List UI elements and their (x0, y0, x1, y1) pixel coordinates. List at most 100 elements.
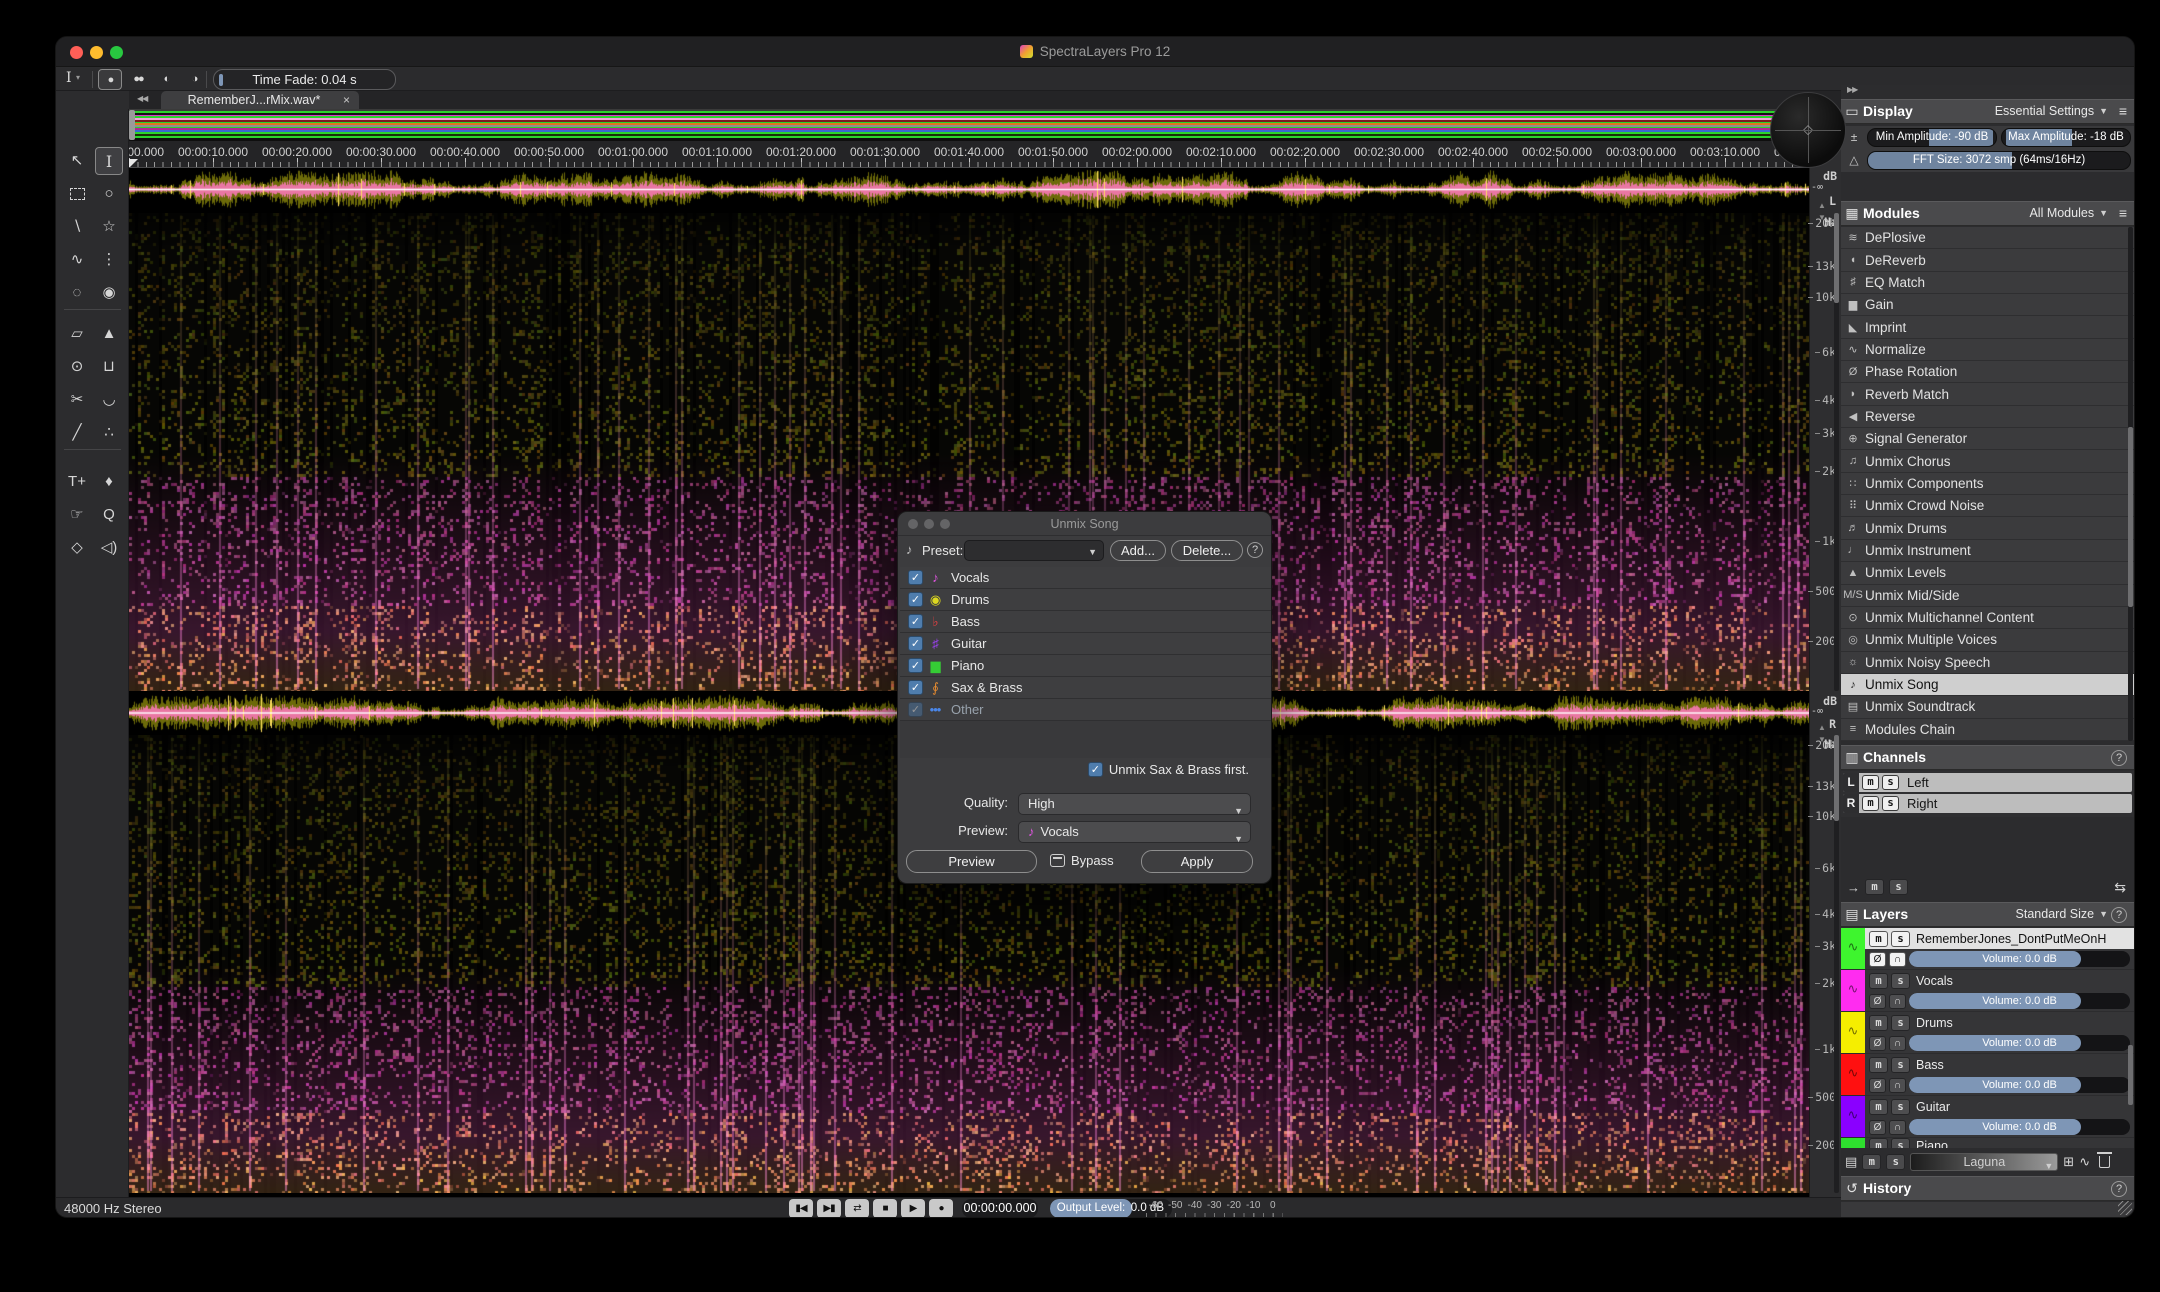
stem-row-sax-brass[interactable]: ✓∮Sax & Brass (900, 677, 1271, 699)
selection-mode-replace[interactable]: ● (98, 69, 122, 90)
selection-mode-intersect[interactable]: ◑ (182, 69, 206, 90)
layer-row-bass[interactable]: ∿msBassØ∩Volume: 0.0 dB (1841, 1054, 2134, 1095)
layer-solo-button[interactable]: s (1891, 1138, 1910, 1148)
layer-volume-slider[interactable]: Volume: 0.0 dB (1909, 1119, 2130, 1135)
modules-menu-icon[interactable]: ≡ (2119, 202, 2127, 225)
move-tool[interactable]: ↖ (63, 147, 91, 175)
time-selection-tool[interactable]: I (95, 147, 123, 175)
pencil-tool[interactable]: ╱ (63, 419, 91, 447)
zoom-tool[interactable]: Q (95, 501, 123, 529)
document-tab[interactable]: RememberJ...rMix.wav*× (161, 91, 359, 109)
master-mute-button[interactable]: m (1865, 879, 1884, 895)
transfer-tool[interactable]: ✂ (63, 386, 91, 414)
module-item-unmix-soundtrack[interactable]: ▤Unmix Soundtrack (1841, 696, 2134, 718)
shuffle-icon[interactable]: ⇆ (2114, 879, 2126, 896)
play-button[interactable]: ▶ (901, 1199, 925, 1218)
layer-mute-button[interactable]: m (1869, 1015, 1888, 1031)
cursor-mode-button[interactable]: I ▾ (66, 70, 80, 86)
channel-solo-button[interactable]: s (1882, 775, 1899, 790)
channel-row-right[interactable]: RmsRight (1843, 794, 2132, 813)
playback-tool[interactable]: ◁) (95, 534, 123, 562)
stamp-tool[interactable]: ⊔ (95, 353, 123, 381)
module-item-normalize[interactable]: ∿Normalize (1841, 339, 2134, 361)
panel-resize-grip[interactable] (2118, 1201, 2132, 1215)
new-layer-button[interactable]: ∿ (2079, 1154, 2090, 1170)
delete-preset-button[interactable]: Delete... (1171, 540, 1243, 561)
module-item-signal-generator[interactable]: ⊕Signal Generator (1841, 428, 2134, 450)
layer-fade-button[interactable]: ∩ (1889, 952, 1906, 967)
min-amplitude-slider[interactable]: Min Amplitude: -90 dB (1867, 128, 1997, 147)
layer-mute-button[interactable]: m (1869, 1138, 1888, 1148)
layer-row-vocals[interactable]: ∿msVocalsØ∩Volume: 0.0 dB (1841, 970, 2134, 1011)
magic-wand-tool[interactable]: ☆ (95, 213, 123, 241)
stem-checkbox[interactable]: ✓ (908, 680, 923, 695)
stem-row-drums[interactable]: ✓◉Drums (900, 589, 1271, 611)
preset-dropdown[interactable]: ▼ (964, 540, 1104, 561)
preview-button[interactable]: Preview (906, 850, 1037, 873)
layer-phase-button[interactable]: Ø (1869, 1120, 1886, 1135)
module-item-unmix-drums[interactable]: ♬Unmix Drums (1841, 517, 2134, 539)
module-item-reverb-match[interactable]: ◗Reverb Match (1841, 383, 2134, 405)
stem-checkbox[interactable]: ✓ (908, 658, 923, 673)
channel-row-left[interactable]: LmsLeft (1843, 773, 2132, 792)
module-item-unmix-instrument[interactable]: ♩Unmix Instrument (1841, 540, 2134, 562)
layer-solo-button[interactable]: s (1891, 1057, 1910, 1073)
layer-fade-button[interactable]: ∩ (1889, 1078, 1906, 1093)
stop-button[interactable]: ■ (873, 1199, 897, 1218)
layer-solo-button[interactable]: s (1891, 1015, 1910, 1031)
record-button[interactable]: ● (929, 1199, 953, 1218)
zoom-up-arrow[interactable]: ▲ (1818, 723, 1826, 732)
delete-layer-button[interactable] (2099, 1156, 2110, 1168)
collapse-panel-icon[interactable]: ▶▶ (1847, 85, 1857, 94)
clone-stamp-tool[interactable]: ⊙ (63, 353, 91, 381)
brush-selection-tool[interactable]: ∖ (63, 213, 91, 241)
zoom-up-arrow[interactable]: ▲ (1818, 201, 1826, 210)
module-item-unmix-multiple-voices[interactable]: ◎Unmix Multiple Voices (1841, 629, 2134, 651)
module-item-deplosive[interactable]: ≋DePlosive (1841, 227, 2134, 249)
layer-mute-button[interactable]: m (1869, 1099, 1888, 1115)
channel-solo-button[interactable]: s (1882, 796, 1899, 811)
layer-phase-button[interactable]: Ø (1869, 994, 1886, 1009)
selection-mode-add[interactable]: ●● (126, 69, 150, 90)
module-item-imprint[interactable]: ◣Imprint (1841, 316, 2134, 338)
unmix-first-checkbox[interactable]: ✓ (1088, 762, 1103, 777)
dialog-close-button[interactable] (908, 519, 918, 529)
help-icon[interactable]: ? (2111, 1181, 2127, 1197)
dialog-minimize-button[interactable] (924, 519, 934, 529)
layer-solo-button[interactable]: s (1891, 931, 1910, 947)
layers-scrollbar-thumb[interactable] (2128, 1045, 2133, 1105)
channel-mute-button[interactable]: m (1862, 796, 1879, 811)
layer-fade-button[interactable]: ∩ (1889, 994, 1906, 1009)
time-ruler[interactable]: 00:00:00.00000:00:10.00000:00:20.00000:0… (129, 141, 1809, 168)
modules-scrollbar-thumb[interactable] (2128, 427, 2133, 607)
hand-tool[interactable]: ☞ (63, 501, 91, 529)
module-item-gain[interactable]: ▆Gain (1841, 294, 2134, 316)
bypass-button[interactable]: Bypass (1050, 853, 1114, 868)
layer-volume-slider[interactable]: Volume: 0.0 dB (1909, 1077, 2130, 1093)
frequency-selection-tool[interactable]: ◌ (63, 279, 91, 307)
scrollbar-thumb[interactable] (1834, 735, 1839, 821)
dialog-zoom-button[interactable] (940, 519, 950, 529)
channel-mute-button[interactable]: m (1862, 775, 1879, 790)
module-item-unmix-crowd-noise[interactable]: ⠿Unmix Crowd Noise (1841, 495, 2134, 517)
scrollbar-thumb[interactable] (1834, 213, 1839, 303)
layers-solo-button[interactable]: s (1886, 1154, 1905, 1170)
display-menu-icon[interactable]: ≡ (2119, 100, 2127, 123)
module-item-unmix-components[interactable]: ∷Unmix Components (1841, 473, 2134, 495)
layer-volume-slider[interactable]: Volume: 0.0 dB (1909, 1035, 2130, 1051)
layer-row-drums[interactable]: ∿msDrumsØ∩Volume: 0.0 dB (1841, 1012, 2134, 1053)
new-group-button[interactable]: ⊞ (2063, 1154, 2074, 1170)
max-amplitude-slider[interactable]: Max Amplitude: -18 dB (2001, 128, 2131, 147)
module-item-unmix-levels[interactable]: ▲Unmix Levels (1841, 562, 2134, 584)
stem-row-guitar[interactable]: ✓♯Guitar (900, 633, 1271, 655)
add-preset-button[interactable]: Add... (1110, 540, 1166, 561)
layer-mute-button[interactable]: m (1869, 1057, 1888, 1073)
quality-dropdown[interactable]: High▼ (1018, 793, 1251, 815)
stem-row-vocals[interactable]: ✓♪Vocals (900, 567, 1271, 589)
module-item-phase-rotation[interactable]: ØPhase Rotation (1841, 361, 2134, 383)
layer-fade-button[interactable]: ∩ (1889, 1120, 1906, 1135)
fft-size-slider[interactable]: FFT Size: 3072 smp (64ms/16Hz) (1867, 151, 2131, 170)
skip-to-end-button[interactable]: ▶▮ (817, 1199, 841, 1218)
module-item-unmix-chorus[interactable]: ♫Unmix Chorus (1841, 450, 2134, 472)
eraser-tool[interactable]: ▱ (63, 320, 91, 348)
